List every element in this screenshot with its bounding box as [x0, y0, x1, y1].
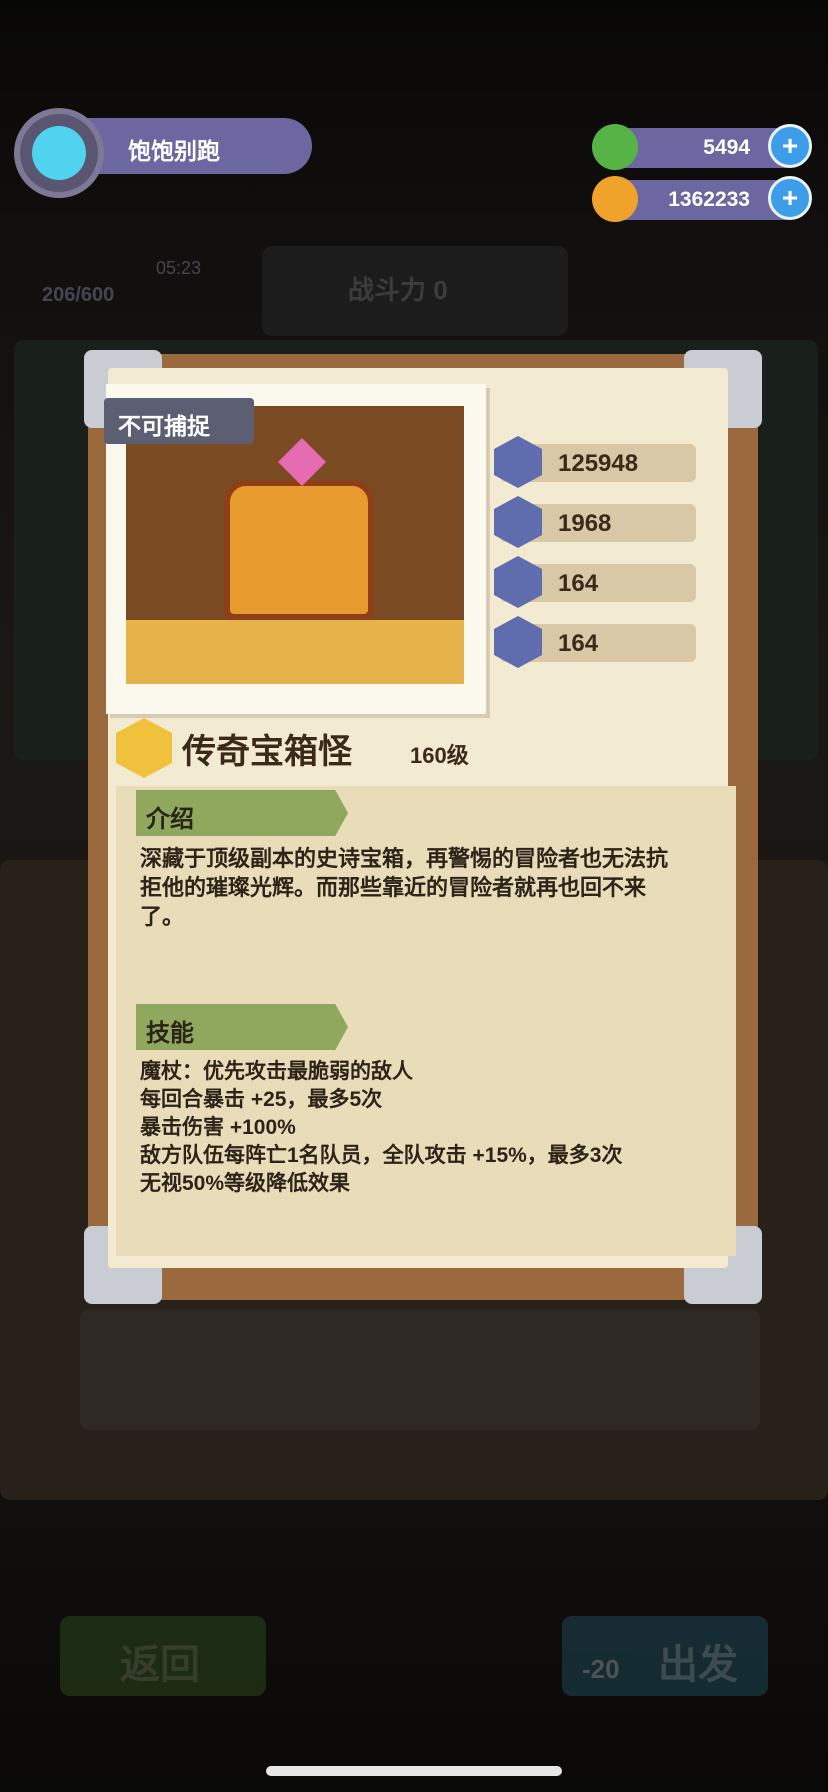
skills-list: 魔杖：优先攻击最脆弱的敌人 每回合暴击 +25，最多5次 暴击伤害 +100% …	[140, 1058, 700, 1198]
stat-resist: 164	[494, 616, 696, 668]
skills-title: 技能	[146, 1020, 194, 1047]
skill-line: 暴击伤害 +100%	[140, 1116, 296, 1139]
gold-count: 1362233	[668, 188, 750, 211]
player-profile[interactable]: 饱饱别跑	[14, 108, 312, 198]
stat-value: 1968	[558, 510, 612, 537]
uncatchable-label: 不可捕捉	[118, 413, 210, 439]
monster-level: 160级	[410, 743, 469, 768]
stat-hp: 125948	[494, 436, 696, 488]
monster-name: 传奇宝箱怪	[182, 733, 352, 771]
uncatchable-tag: 不可捕捉	[104, 398, 254, 444]
portrait-floor	[126, 620, 464, 684]
skill-line: 无视50%等级降低效果	[140, 1172, 351, 1195]
skill-line: 每回合暴击 +25，最多5次	[140, 1088, 383, 1111]
gold-resource: 1362233 +	[592, 176, 812, 222]
player-name: 饱饱别跑	[128, 138, 220, 164]
intro-text: 深藏于顶级副本的史诗宝箱，再警惕的冒险者也无法抗拒他的璀璨光辉。而那些靠近的冒险…	[140, 846, 669, 929]
gem-resource: 5494 +	[592, 124, 812, 170]
cat-avatar-icon	[32, 126, 86, 180]
skill-line: 魔杖：优先攻击最脆弱的敌人	[140, 1060, 413, 1083]
stat-value: 164	[558, 570, 599, 597]
stat-defense: 164	[494, 556, 696, 608]
name-plate: 饱饱别跑	[84, 118, 312, 174]
stat-value: 125948	[558, 450, 639, 477]
planet-coin-icon	[592, 176, 638, 222]
skills-header: 技能	[136, 1004, 348, 1050]
intro-header: 介绍	[136, 790, 348, 836]
add-gems-button[interactable]: +	[768, 124, 812, 168]
stat-attack: 1968	[494, 496, 696, 548]
home-indicator[interactable]	[266, 1766, 562, 1776]
skill-line: 敌方队伍每阵亡1名队员，全队攻击 +15%，最多3次	[140, 1144, 623, 1167]
intro-title: 介绍	[146, 806, 194, 833]
stat-value: 164	[558, 630, 599, 657]
treasure-chest-monster-icon	[224, 480, 374, 620]
add-gold-button[interactable]: +	[768, 176, 812, 220]
gem-count: 5494	[703, 136, 750, 159]
donut-coin-icon	[592, 124, 638, 170]
avatar[interactable]	[14, 108, 104, 198]
